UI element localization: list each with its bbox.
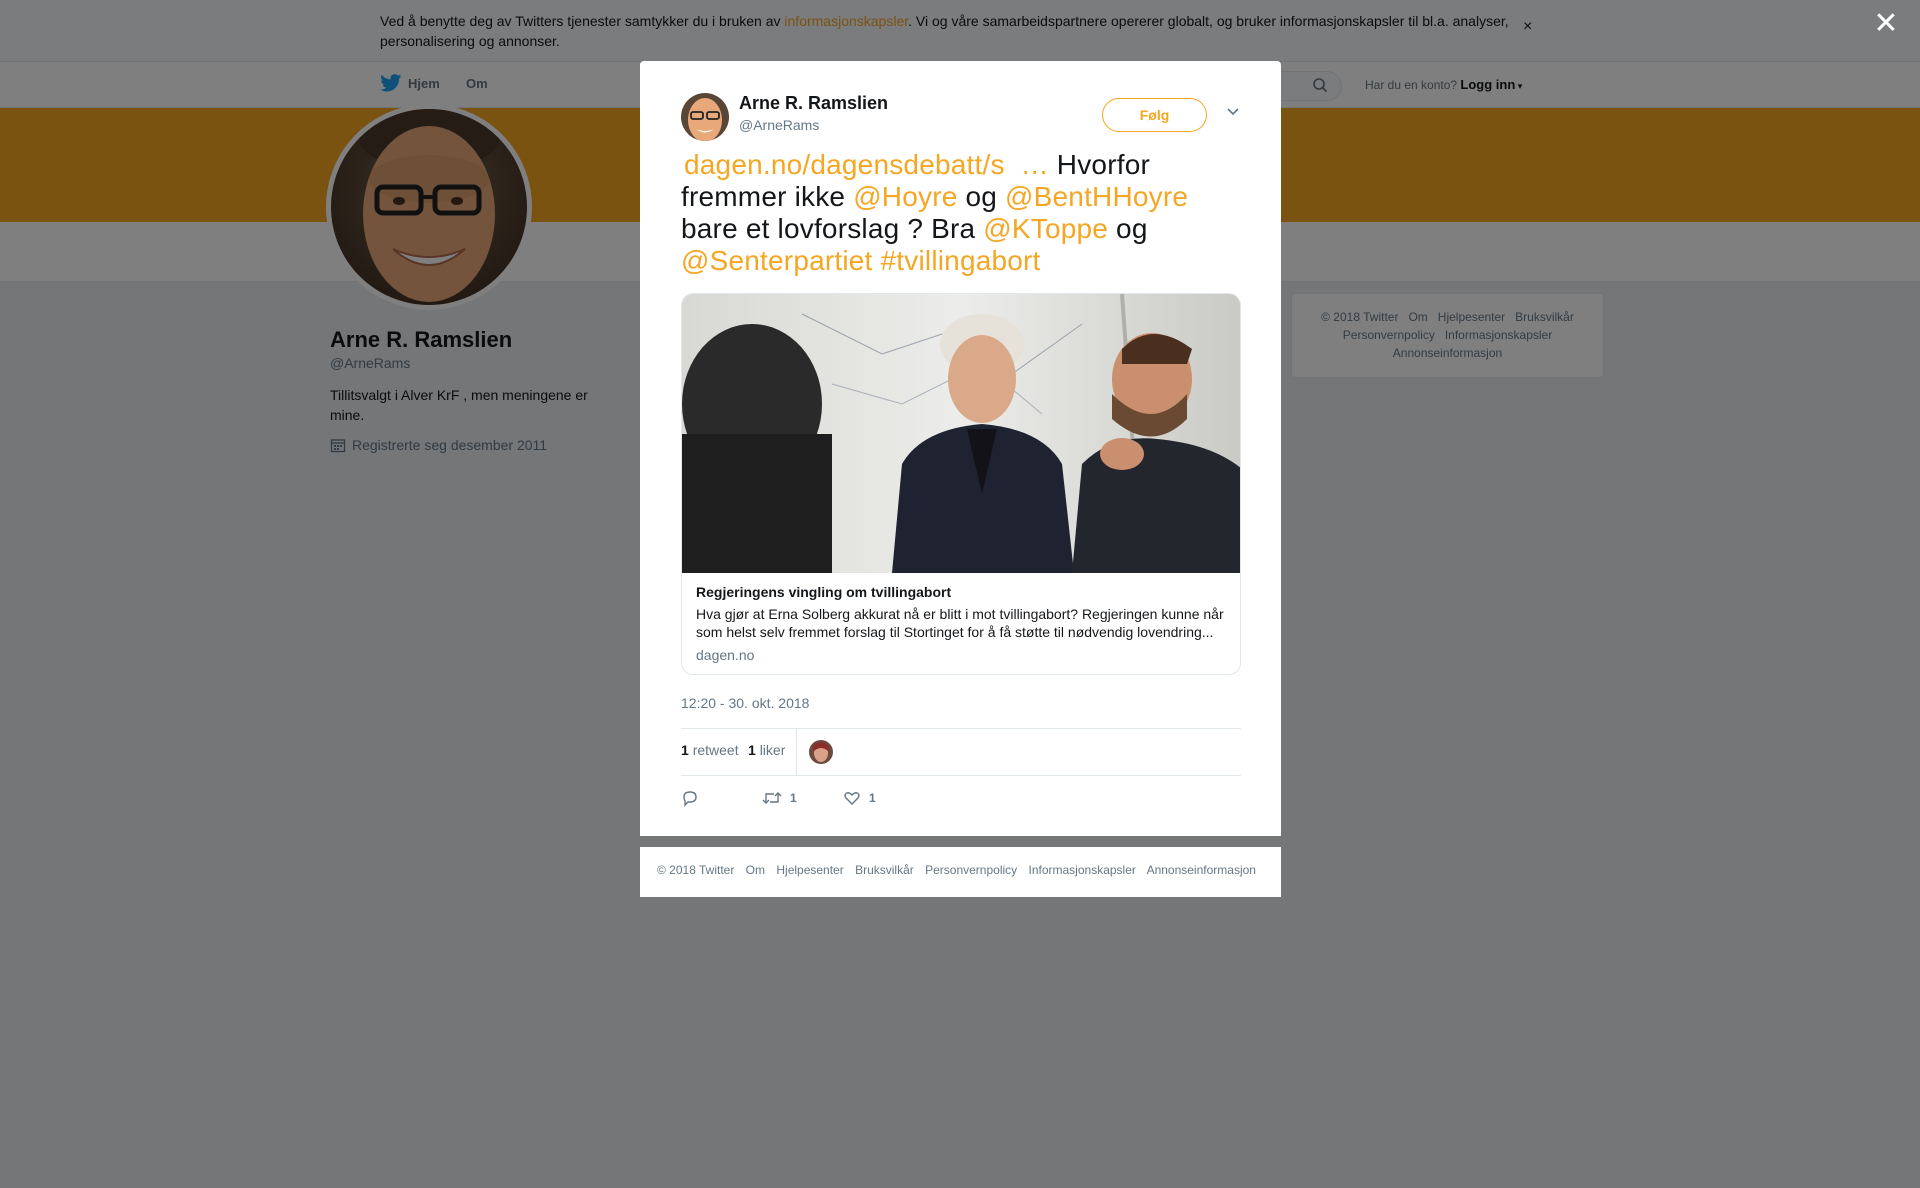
tweet-url-ellipsis[interactable]: … xyxy=(1021,149,1049,180)
tweet-author-avatar[interactable] xyxy=(681,93,729,141)
card-domain: dagen.no xyxy=(696,647,755,663)
retweet-icon xyxy=(762,792,782,804)
footer-link-privacy[interactable]: Personvernpolicy xyxy=(925,863,1017,877)
heart-icon xyxy=(844,792,860,805)
modal-footer: © 2018 Twitter Om Hjelpesenter Bruksvilk… xyxy=(640,847,1281,897)
tweet-text: dagen.no/dagensdebatt/s … Hvorfor fremme… xyxy=(681,149,1241,277)
reply-button[interactable] xyxy=(681,789,699,807)
card-title: Regjeringens vingling om tvillingabort xyxy=(696,584,952,600)
close-icon[interactable]: ✕ xyxy=(1872,9,1900,39)
mention-hoyre[interactable]: @Hoyre xyxy=(853,181,957,212)
likes-label: liker xyxy=(759,742,786,758)
retweet-action-count: 1 xyxy=(790,791,797,805)
tweet-url-link[interactable]: dagen.no/dagensdebatt/s xyxy=(684,149,1005,180)
link-preview-card[interactable]: Regjeringens vingling om tvillingabort H… xyxy=(681,293,1241,675)
tweet-author-name[interactable]: Arne R. Ramslien xyxy=(739,93,888,114)
stats-divider xyxy=(796,729,797,775)
retweets-stat[interactable]: 1 retweet xyxy=(681,742,739,758)
reply-icon xyxy=(683,791,697,807)
likes-stat[interactable]: 1 liker xyxy=(748,742,785,758)
follow-button[interactable]: Følg xyxy=(1102,98,1207,132)
liker-photo xyxy=(809,740,833,764)
tweet-text-segment: og xyxy=(1108,213,1148,244)
tweet-modal: Arne R. Ramslien @ArneRams Følg dagen.no… xyxy=(640,61,1281,836)
chevron-down-icon[interactable] xyxy=(1226,107,1240,117)
retweets-count: 1 xyxy=(681,742,689,758)
author-photo xyxy=(681,93,729,141)
footer-link-ads[interactable]: Annonseinformasjon xyxy=(1147,863,1256,877)
tweet-stats: 1 retweet 1 liker xyxy=(681,728,1241,776)
card-image xyxy=(682,294,1240,573)
tweet-timestamp[interactable]: 12:20 - 30. okt. 2018 xyxy=(681,695,809,711)
liker-avatar[interactable] xyxy=(809,740,833,764)
retweets-label: retweet xyxy=(692,742,739,758)
footer-copyright: © 2018 Twitter xyxy=(657,863,735,877)
likes-count: 1 xyxy=(748,742,756,758)
retweet-button[interactable]: 1 xyxy=(762,789,797,807)
footer-link-terms[interactable]: Bruksvilkår xyxy=(855,863,914,877)
footer-link-about[interactable]: Om xyxy=(746,863,765,877)
like-action-count: 1 xyxy=(869,791,876,805)
hashtag-tvillingabort[interactable]: #tvillingabort xyxy=(881,245,1041,276)
card-description: Hva gjør at Erna Solberg akkurat nå er b… xyxy=(696,606,1224,640)
footer-link-cookies[interactable]: Informasjonskapsler xyxy=(1029,863,1136,877)
tweet-text-segment: bare et lovforslag ? Bra xyxy=(681,213,984,244)
like-button[interactable]: 1 xyxy=(843,789,876,807)
mention-ktoppe[interactable]: @KToppe xyxy=(983,213,1108,244)
tweet-author-handle[interactable]: @ArneRams xyxy=(739,117,819,133)
mention-benthhoyre[interactable]: @BentHHoyre xyxy=(1005,181,1188,212)
mention-senterpartiet[interactable]: @Senterpartiet xyxy=(681,245,873,276)
tweet-text-segment: og xyxy=(957,181,1006,212)
tweet-actions: 1 1 xyxy=(681,785,1241,815)
footer-link-help[interactable]: Hjelpesenter xyxy=(776,863,843,877)
